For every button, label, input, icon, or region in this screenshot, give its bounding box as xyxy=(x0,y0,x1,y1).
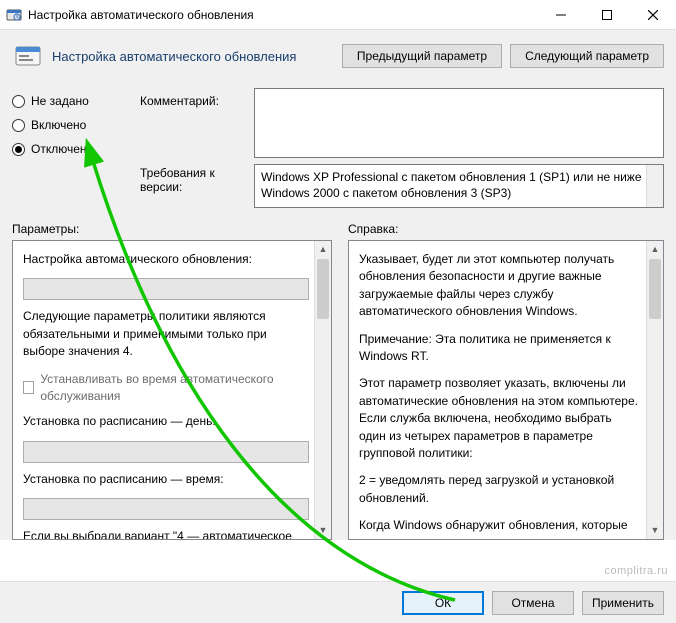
requirements-text: Windows XP Professional с пакетом обновл… xyxy=(254,164,664,208)
parameters-label: Параметры: xyxy=(12,216,332,240)
top-grid: Не задано Включено Отключено Комментарий… xyxy=(0,88,676,212)
comment-textarea[interactable] xyxy=(254,88,664,158)
scroll-thumb[interactable] xyxy=(649,259,661,319)
radio-label: Не задано xyxy=(31,94,89,108)
requirements-label: Требования к версии: xyxy=(140,158,254,208)
schedule-day-combo[interactable] xyxy=(23,441,309,463)
radio-label: Включено xyxy=(31,118,86,132)
help-label: Справка: xyxy=(348,216,664,240)
close-button[interactable] xyxy=(630,0,676,30)
help-text: Примечание: Эта политика не применяется … xyxy=(359,331,641,366)
apply-button[interactable]: Применить xyxy=(582,591,664,615)
maintenance-checkbox[interactable]: Устанавливать во время автоматического о… xyxy=(23,371,309,406)
checkbox-icon xyxy=(23,381,34,394)
scrollbar[interactable]: ▲ ▼ xyxy=(646,241,663,539)
cancel-button[interactable]: Отмена xyxy=(492,591,574,615)
titlebar: Настройка автоматического обновления xyxy=(0,0,676,30)
radio-label: Отключено xyxy=(31,142,93,156)
radio-not-configured[interactable]: Не задано xyxy=(12,94,140,108)
radio-enabled[interactable]: Включено xyxy=(12,118,140,132)
next-setting-button[interactable]: Следующий параметр xyxy=(510,44,664,68)
help-text: Этот параметр позволяет указать, включен… xyxy=(359,375,641,462)
help-text: Указывает, будет ли этот компьютер получ… xyxy=(359,251,641,321)
param-text: Следующие параметры политики являются об… xyxy=(23,308,309,360)
scroll-down-icon: ▼ xyxy=(315,522,331,539)
help-panel: Указывает, будет ли этот компьютер получ… xyxy=(348,240,664,540)
window-title: Настройка автоматического обновления xyxy=(28,8,538,22)
policy-title: Настройка автоматического обновления xyxy=(52,49,334,64)
scroll-up-icon: ▲ xyxy=(315,241,331,258)
update-mode-combo[interactable] xyxy=(23,278,309,300)
param-text: Установка по расписанию — день: xyxy=(23,413,309,430)
radio-icon xyxy=(12,119,25,132)
radio-disabled[interactable]: Отключено xyxy=(12,142,140,156)
scroll-thumb[interactable] xyxy=(317,259,329,319)
parameters-panel: Настройка автоматического обновления: Сл… xyxy=(12,240,332,540)
help-text: 2 = уведомлять перед загрузкой и установ… xyxy=(359,472,641,507)
state-radios: Не задано Включено Отключено xyxy=(12,88,140,208)
comment-label: Комментарий: xyxy=(140,88,254,158)
policy-icon xyxy=(12,40,44,72)
header: Настройка автоматического обновления Пре… xyxy=(0,30,676,88)
scrollbar[interactable] xyxy=(646,165,663,207)
param-text: Настройка автоматического обновления: xyxy=(23,251,309,268)
mid-row: Параметры: Настройка автоматического обн… xyxy=(0,212,676,540)
radio-icon xyxy=(12,95,25,108)
maximize-button[interactable] xyxy=(584,0,630,30)
ok-button[interactable]: ОК xyxy=(402,591,484,615)
checkbox-label: Устанавливать во время автоматического о… xyxy=(40,371,309,406)
scroll-up-icon: ▲ xyxy=(647,241,663,258)
prev-setting-button[interactable]: Предыдущий параметр xyxy=(342,44,502,68)
scroll-down-icon: ▼ xyxy=(647,522,663,539)
watermark: complitra.ru xyxy=(605,565,668,577)
radio-icon xyxy=(12,143,25,156)
scrollbar[interactable]: ▲ ▼ xyxy=(314,241,331,539)
app-icon xyxy=(6,7,22,23)
dialog-buttons: ОК Отмена Применить xyxy=(0,581,676,623)
minimize-button[interactable] xyxy=(538,0,584,30)
param-text: Установка по расписанию — время: xyxy=(23,471,309,488)
help-text: Когда Windows обнаружит обновления, кото… xyxy=(359,517,641,539)
param-text: Если вы выбрали вариант "4 — автоматичес… xyxy=(23,528,309,539)
schedule-time-combo[interactable] xyxy=(23,498,309,520)
